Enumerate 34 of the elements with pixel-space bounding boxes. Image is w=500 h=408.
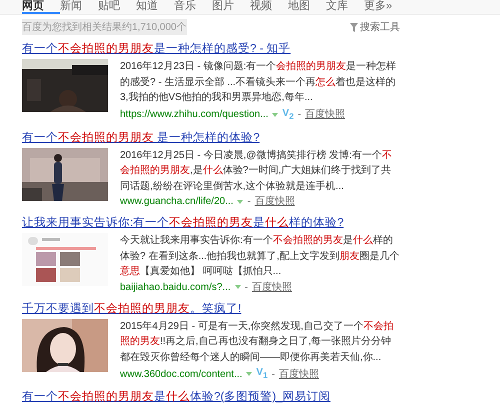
snapshot-link[interactable]: 百度快照 <box>305 107 346 122</box>
result-url[interactable]: https://www.zhihu.com/question... <box>120 107 268 122</box>
separator-text: - <box>244 280 248 294</box>
snapshot-link[interactable]: 百度快照 <box>252 280 292 294</box>
result-snippet: 2016年12月23日 - 镜像问题:有一个会拍照的男朋友是一种怎样的感受? - 生活显示全部 ...不看镜头来一个再怎么着也是这样的3,我拍的他VS他拍的我和男票异地恋,每年... <box>120 60 398 105</box>
result-url[interactable]: www.360doc.com/content... <box>120 366 242 382</box>
nav-tab[interactable]: 音乐 <box>174 0 212 14</box>
nav-tab[interactable]: 知道 <box>136 0 174 14</box>
nav-tab[interactable]: 视频 <box>250 0 288 14</box>
result-snippet: 2015年4月29日 - 可是有一天,你突然发现,自己交了一个不会拍照的男友!!再之后,自己再也没有翻身之日了,每一张照片分分钟都在毁灭你曾经每个迷人的瞬间——即便你再美若天仙,你... <box>120 320 394 364</box>
caret-icon[interactable] <box>234 285 241 289</box>
nav-tab[interactable]: 更多» <box>364 0 402 14</box>
snapshot-link[interactable]: 百度快照 <box>254 194 295 209</box>
snapshot-link[interactable]: 百度快照 <box>278 366 319 382</box>
nav-tab[interactable]: 图片 <box>212 0 250 14</box>
separator-text: - <box>272 368 275 382</box>
nav-tab[interactable]: 地图 <box>288 0 326 14</box>
nav-tab[interactable]: 网页 <box>22 0 60 14</box>
nav-tab[interactable]: 贴吧 <box>98 0 136 14</box>
separator-text: - <box>298 108 302 122</box>
result-snippet: 今天就让我来用事实告诉你:有一个不会拍照的男友是什么样的体验? 在看到这条...他拍我也就算了,配上文字发到朋友圈是几个 意思【真爱如他】 呵呵哒【抓怕只... <box>120 234 400 279</box>
caret-icon[interactable] <box>246 372 252 376</box>
separator-text: - <box>247 195 251 209</box>
result-count: 百度为您找到相关结果约1,710,000个 <box>22 19 186 35</box>
nav-tab[interactable]: 文库 <box>326 0 364 14</box>
filter-icon <box>350 22 358 32</box>
result-url[interactable]: www.guancha.cn/life/20... <box>120 194 234 209</box>
caret-icon[interactable] <box>237 200 244 204</box>
result-url[interactable]: baijiahao.baidu.com/s?... <box>120 280 231 294</box>
result-title-link[interactable]: 千万不要遇到不会拍照的男朋友。笑疯了! <box>22 300 242 316</box>
nav-tab[interactable]: 新闻 <box>60 0 98 14</box>
caret-icon[interactable] <box>272 112 278 116</box>
result-snippet: 2016年12月25日 - 今日凌晨,@微博搞笑排行榜 发博:有一个不会拍照的男朋友,是什么体验?一时间,广大姐妹们终于找到了共同话题,纷纷在评论里倒苦水,这个体验就是连手机... <box>120 148 393 194</box>
search-tools-button[interactable]: 搜索工具 <box>350 20 400 34</box>
